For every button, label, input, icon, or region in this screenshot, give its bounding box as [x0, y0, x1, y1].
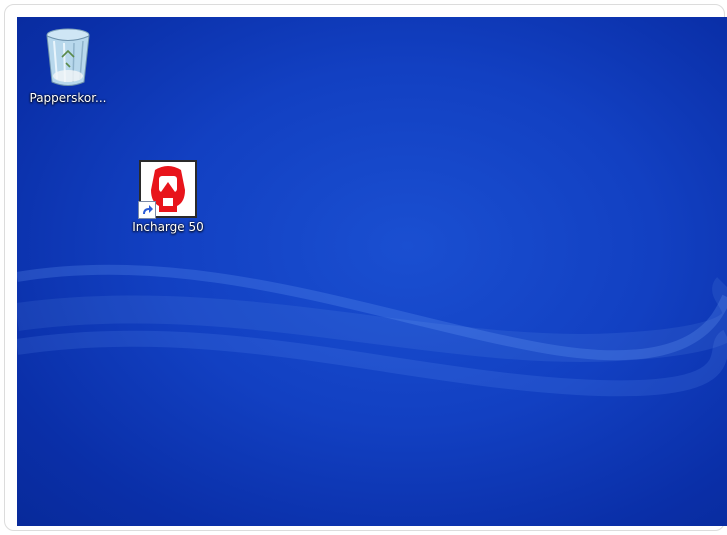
incharge-app-icon	[138, 160, 197, 219]
recycle-bin-icon	[46, 28, 90, 86]
wallpaper-swoosh	[17, 264, 727, 397]
desktop[interactable]: Papperskor... Incharge 50	[17, 17, 727, 526]
desktop-icon-incharge-50[interactable]: Incharge 50	[120, 160, 216, 234]
incharge-50-label: Incharge 50	[132, 220, 204, 234]
desktop-icon-recycle-bin[interactable]: Papperskor...	[20, 27, 116, 105]
shortcut-arrow-icon	[138, 201, 156, 219]
recycle-bin-label: Papperskor...	[29, 91, 107, 105]
